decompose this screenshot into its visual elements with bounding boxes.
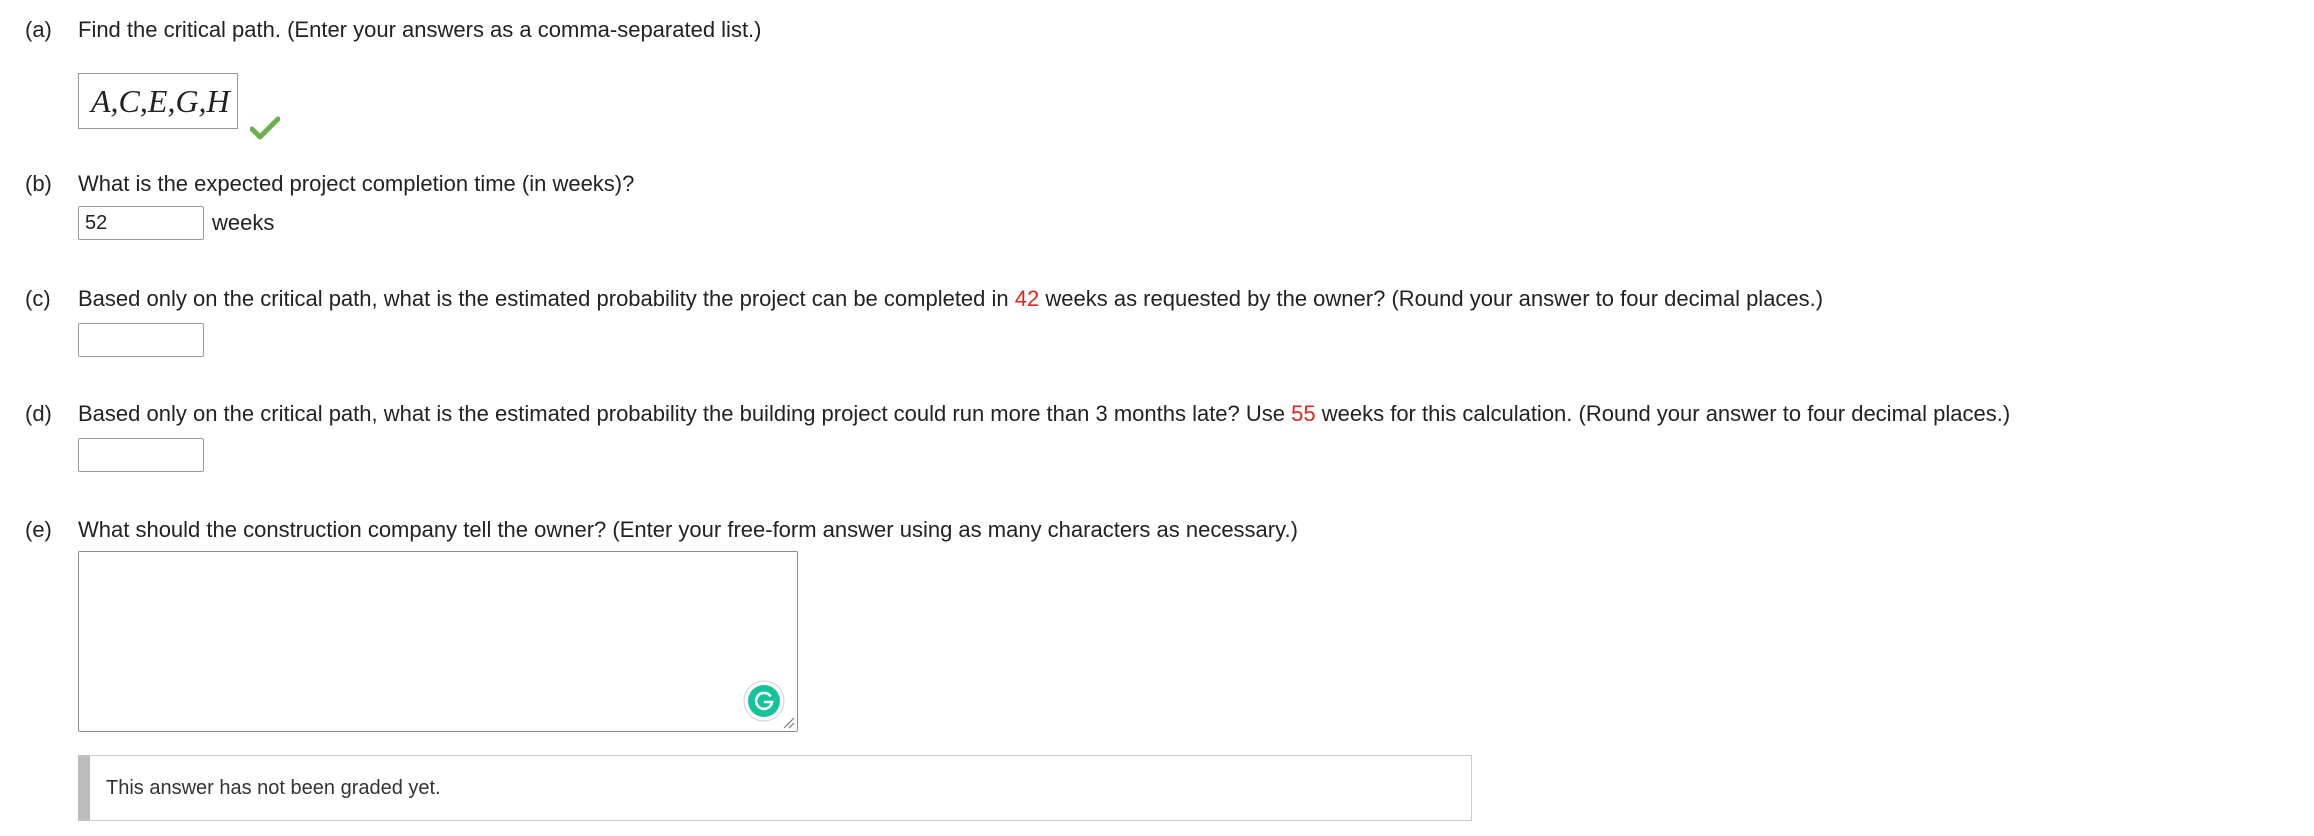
part-c-question-post: weeks as requested by the owner? (Round … (1039, 286, 1824, 311)
part-a-letter: (a) (25, 17, 52, 42)
completion-time-input[interactable] (78, 206, 204, 240)
part-a-question: Find the critical path. (Enter your answ… (78, 17, 762, 42)
part-d-letter: (d) (25, 401, 52, 426)
probability-42-weeks-input[interactable] (78, 323, 204, 357)
part-d-question-post: weeks for this calculation. (Round your … (1315, 401, 2011, 426)
resize-handle-icon[interactable] (781, 715, 795, 729)
part-e: (e) What should the construction company… (0, 516, 2314, 546)
part-d-highlight-weeks: 55 (1291, 401, 1316, 426)
grading-notice: This answer has not been graded yet. (78, 755, 1472, 821)
part-c: (c) Based only on the critical path, wha… (0, 285, 2314, 365)
critical-path-answer[interactable]: A,C,E,G,H (78, 73, 238, 129)
free-form-answer-textarea[interactable] (79, 552, 797, 731)
part-d-question: Based only on the critical path, what is… (78, 400, 2010, 428)
part-b-question: What is the expected project completion … (78, 171, 635, 196)
part-d: (d) Based only on the critical path, wha… (0, 400, 2314, 480)
part-b: (b) What is the expected project complet… (0, 170, 2314, 250)
part-c-letter: (c) (25, 286, 51, 311)
part-d-question-pre: Based only on the critical path, what is… (78, 401, 1292, 426)
part-b-letter: (b) (25, 171, 52, 196)
correct-check-icon (250, 116, 280, 140)
weeks-unit-label: weeks (212, 210, 275, 235)
grading-notice-text: This answer has not been graded yet. (106, 777, 441, 799)
part-c-question-pre: Based only on the critical path, what is… (78, 286, 1015, 311)
part-c-question: Based only on the critical path, what is… (78, 285, 1823, 313)
free-form-answer-box (78, 551, 798, 732)
grammarly-icon[interactable] (743, 680, 785, 722)
part-e-question: What should the construction company tel… (78, 517, 1298, 542)
part-e-letter: (e) (25, 517, 52, 542)
probability-late-input[interactable] (78, 438, 204, 472)
part-a: (a) Find the critical path. (Enter your … (0, 16, 2314, 140)
part-c-highlight-weeks: 42 (1014, 286, 1040, 311)
